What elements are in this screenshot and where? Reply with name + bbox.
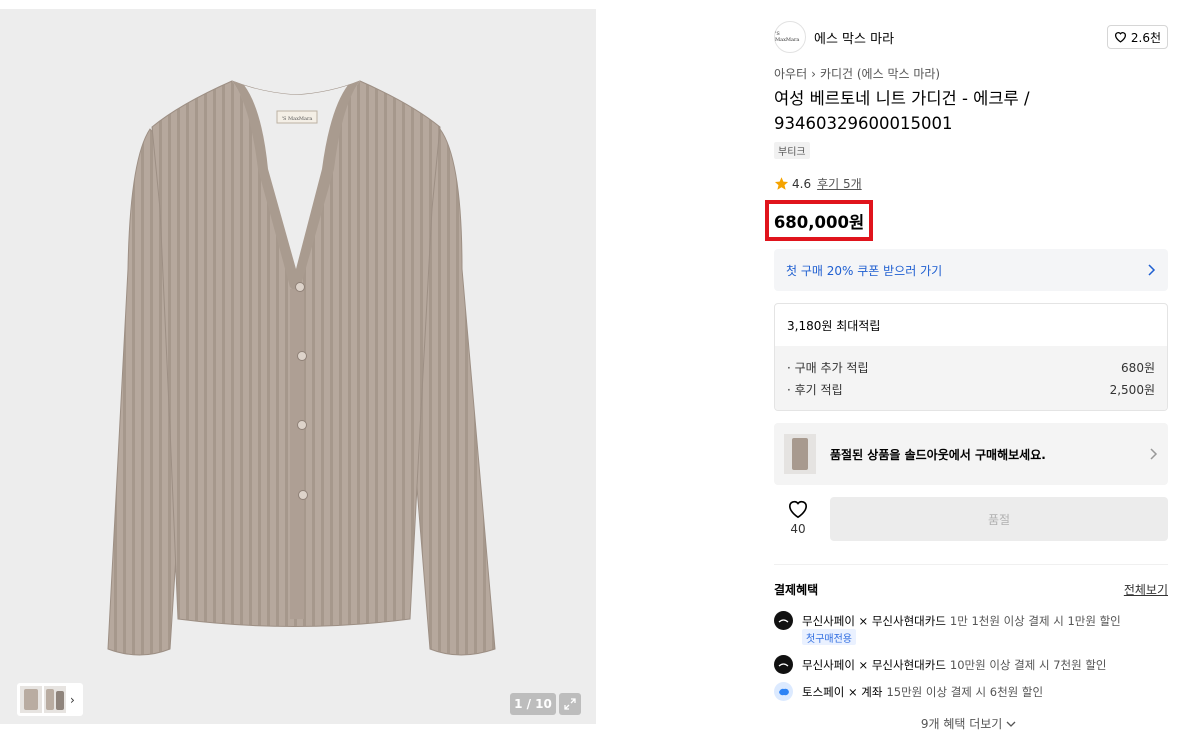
brand-like-button[interactable]: 2.6천 <box>1106 25 1168 49</box>
coupon-banner[interactable]: 첫 구매 20% 쿠폰 받으러 가기 <box>774 249 1168 291</box>
breadcrumb-category[interactable]: 아우터 <box>774 65 807 82</box>
benefit-item[interactable]: 무신사페이 × 무신사현대카드 1만 1천원 이상 결제 시 1만원 할인 <box>774 611 1121 630</box>
rating-row: 4.6 후기 5개 <box>774 175 862 192</box>
musinsa-card-icon <box>774 611 793 630</box>
svg-text:'S MaxMara: 'S MaxMara <box>282 116 313 122</box>
wish-count: 40 <box>790 522 806 536</box>
thumbnail[interactable] <box>44 686 66 713</box>
soldout-text: 품절된 상품을 솔드아웃에서 구매해보세요. <box>830 447 1046 462</box>
breadcrumb-subcategory[interactable]: 카디건 (에스 막스 마라) <box>820 65 940 82</box>
benefit-item[interactable]: 무신사페이 × 무신사현대카드 10만원 이상 결제 시 7천원 할인 <box>774 655 1107 674</box>
soldout-button[interactable]: 품절 <box>830 497 1168 541</box>
star-icon <box>774 177 789 190</box>
breadcrumb: 아우터 › 카디건 (에스 막스 마라) <box>774 65 940 82</box>
points-detail: · 구매 추가 적립 680원 · 후기 적립 2,500원 <box>775 346 1167 410</box>
thumbnail[interactable] <box>20 686 42 713</box>
more-benefits-link[interactable]: 9개 혜택 더보기 <box>758 715 1179 732</box>
soldout-thumbnail <box>784 434 816 474</box>
musinsa-card-icon <box>774 655 793 674</box>
expand-icon[interactable] <box>559 693 581 715</box>
heart-icon <box>1114 32 1126 43</box>
chevron-right-icon <box>1150 448 1158 460</box>
boutique-badge: 부티크 <box>774 142 810 159</box>
image-counter: 1 / 10 <box>510 693 556 715</box>
product-info-panel: 'S MaxMara 에스 막스 마라 2.6천 아우터 › 카디건 (에스 막… <box>758 9 1179 732</box>
points-row: · 구매 추가 적립 680원 <box>787 360 1155 375</box>
chevron-right-icon[interactable]: › <box>70 693 75 707</box>
chevron-right-icon: › <box>811 66 816 81</box>
product-gallery[interactable]: 'S MaxMara › 1 / 10 <box>0 9 596 724</box>
reviews-link[interactable]: 후기 5개 <box>817 175 862 192</box>
view-all-link[interactable]: 전체보기 <box>1124 581 1168 598</box>
brand-row: 'S MaxMara 에스 막스 마라 2.6천 <box>774 21 1168 53</box>
points-row: · 후기 적립 2,500원 <box>787 382 1155 397</box>
brand-logo[interactable]: 'S MaxMara <box>774 21 806 53</box>
price: 680,000원 <box>765 200 873 241</box>
benefits-header: 결제혜택 전체보기 <box>774 581 1168 598</box>
benefits-title: 결제혜택 <box>774 583 819 597</box>
chevron-down-icon <box>1006 721 1016 727</box>
toss-icon <box>774 682 793 701</box>
product-image: 'S MaxMara <box>107 80 496 656</box>
brand-name[interactable]: 에스 막스 마라 <box>814 28 894 47</box>
divider <box>774 564 1168 565</box>
coupon-label: 첫 구매 20% 쿠폰 받으러 가기 <box>786 263 943 278</box>
thumbnail-strip[interactable]: › <box>17 683 83 716</box>
first-purchase-badge: 첫구매전용 <box>802 629 856 645</box>
brand-like-count: 2.6천 <box>1130 30 1161 45</box>
chevron-right-icon <box>1148 264 1156 276</box>
wish-button[interactable]: 40 <box>774 499 822 536</box>
heart-icon <box>788 500 808 519</box>
benefit-item[interactable]: 토스페이 × 계좌 15만원 이상 결제 시 6천원 할인 <box>774 682 1043 701</box>
soldout-banner[interactable]: 품절된 상품을 솔드아웃에서 구매해보세요. <box>774 423 1168 485</box>
points-box: 3,180원 최대적립 · 구매 추가 적립 680원 · 후기 적립 2,50… <box>774 303 1168 411</box>
points-title: 3,180원 최대적립 <box>787 318 881 333</box>
rating-score: 4.6 <box>792 176 812 191</box>
product-title: 여성 베르토네 니트 가디건 - 에크루 / 93460329600015001 <box>774 89 1030 133</box>
price-value: 680,000원 <box>773 212 865 232</box>
